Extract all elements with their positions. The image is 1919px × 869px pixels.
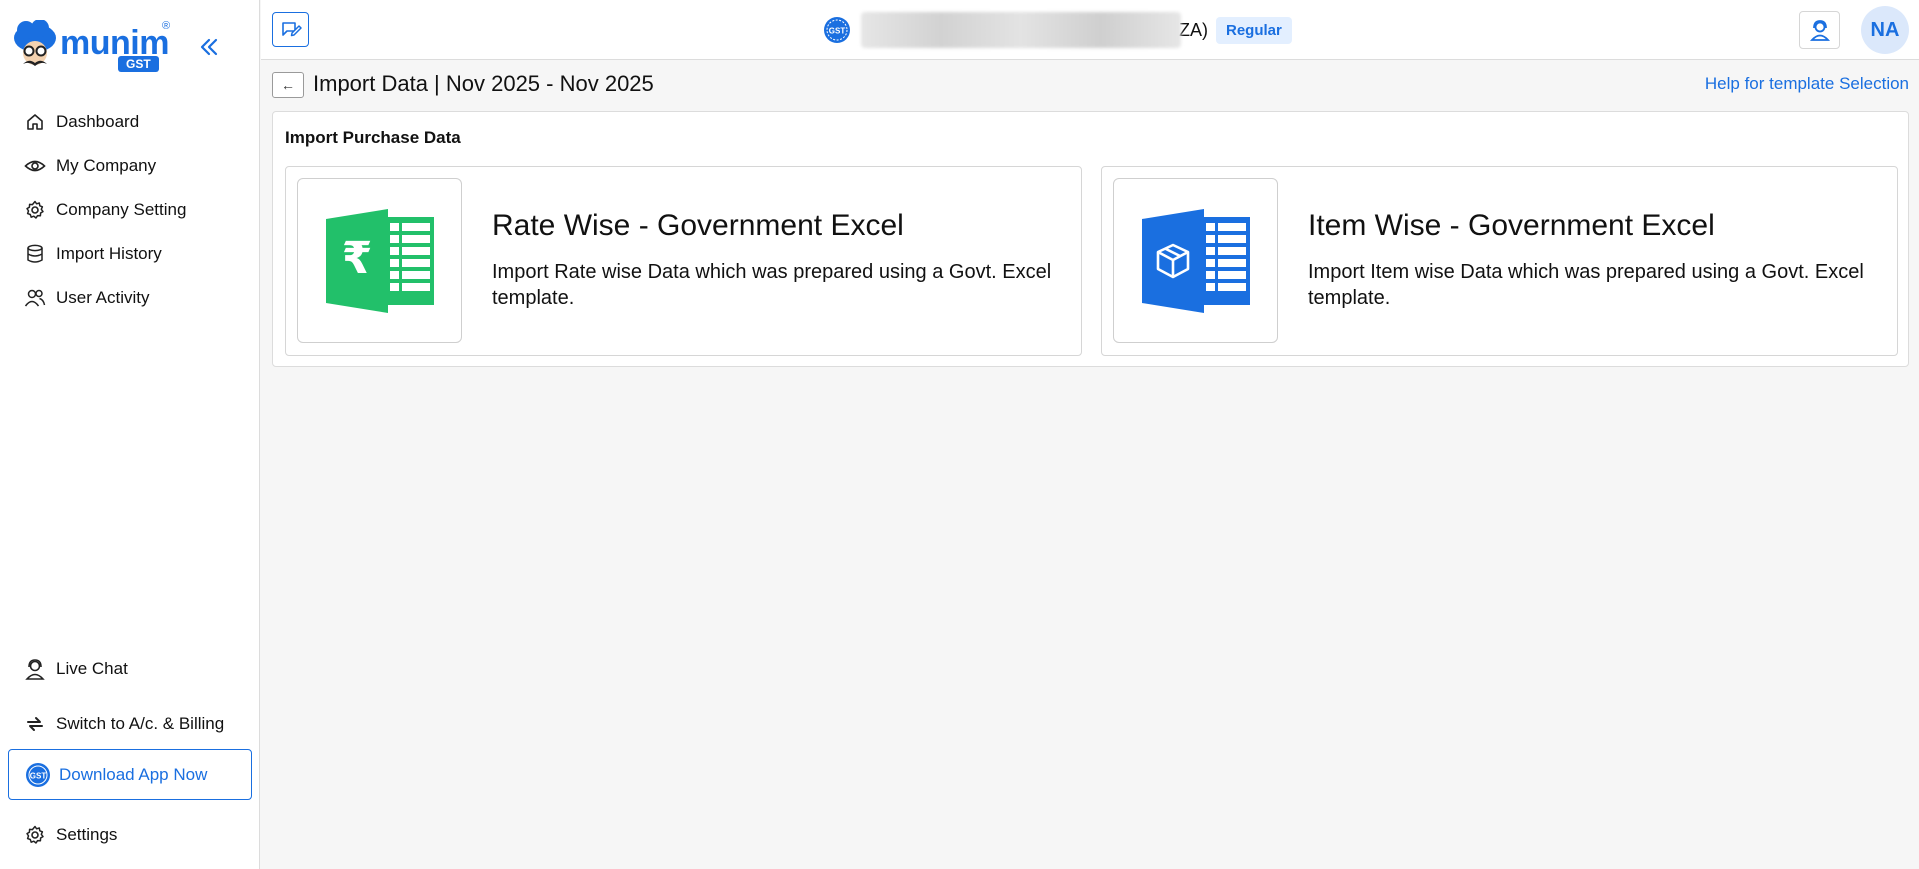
back-button[interactable]: ← (272, 72, 304, 98)
sidebar-nav: Dashboard My Company Company Setting Imp… (0, 100, 259, 320)
sidebar-item-label: Company Setting (56, 200, 187, 219)
munim-gst-logo[interactable]: munim ® GST (12, 20, 172, 74)
card-thumbnail (1113, 178, 1278, 343)
svg-text:₹: ₹ (341, 233, 372, 284)
support-agent-icon (24, 658, 46, 680)
card-description: Import Rate wise Data which was prepared… (492, 261, 1052, 309)
user-avatar[interactable]: NA (1861, 6, 1909, 54)
double-chevron-left-icon (200, 38, 218, 56)
box-excel-icon (1141, 208, 1250, 313)
sidebar-item-company-setting[interactable]: Company Setting (0, 188, 259, 232)
company-name-suffix: ZA) (1179, 19, 1208, 40)
gear-icon (24, 199, 46, 221)
sidebar: munim ® GST Dashboard My Company Company… (0, 0, 260, 869)
card-thumbnail: ₹ (297, 178, 462, 343)
card-title: Item Wise - Government Excel (1308, 209, 1715, 242)
download-app-label: Download App Now (59, 764, 208, 784)
top-header: GST ZA) Regular NA (261, 0, 1919, 60)
help-template-link[interactable]: Help for template Selection (1705, 74, 1909, 94)
eye-icon (24, 155, 46, 177)
home-icon (24, 111, 46, 133)
sidebar-item-label: User Activity (56, 288, 150, 307)
registered-mark: ® (162, 20, 171, 32)
settings-button[interactable]: Settings (0, 815, 259, 855)
gst-seal-icon: GST (26, 762, 50, 787)
switch-to-billing-button[interactable]: Switch to A/c. & Billing (0, 704, 259, 744)
import-purchase-panel: Import Purchase Data ₹ Rate Wise - Gover… (272, 111, 1909, 367)
support-agent-icon (1809, 20, 1830, 41)
settings-label: Settings (56, 825, 118, 844)
users-icon (24, 287, 46, 309)
company-selector[interactable]: GST ZA) Regular (823, 8, 1292, 52)
company-type-badge: Regular (1216, 16, 1292, 44)
card-title: Rate Wise - Government Excel (492, 209, 904, 242)
svg-text:GST: GST (829, 27, 846, 36)
live-chat-button[interactable]: Live Chat (0, 649, 259, 689)
page-title: Import Data | Nov 2025 - Nov 2025 (313, 71, 654, 96)
sidebar-item-user-activity[interactable]: User Activity (0, 276, 259, 320)
rate-wise-excel-card[interactable]: ₹ Rate Wise - Government Excel Import Ra… (285, 166, 1082, 356)
brand-badge: GST (118, 56, 159, 72)
sidebar-item-my-company[interactable]: My Company (0, 144, 259, 188)
gear-icon (24, 824, 46, 846)
sidebar-item-label: Import History (56, 244, 162, 263)
switch-arrows-icon (24, 713, 46, 735)
chat-edit-icon (281, 21, 302, 36)
download-app-button[interactable]: GST Download App Now (8, 749, 252, 800)
card-description: Import Item wise Data which was prepared… (1308, 261, 1864, 309)
support-button[interactable] (1799, 11, 1840, 49)
sidebar-item-import-history[interactable]: Import History (0, 232, 259, 276)
switch-label: Switch to A/c. & Billing (56, 714, 225, 733)
collapse-sidebar-button[interactable] (198, 36, 220, 62)
sidebar-item-label: Dashboard (56, 112, 140, 131)
mascot-cloud-icon (14, 20, 56, 66)
item-wise-excel-card[interactable]: Item Wise - Government Excel Import Item… (1101, 166, 1898, 356)
section-title: Import Purchase Data (285, 128, 461, 147)
gst-seal-icon: GST (824, 17, 850, 43)
live-chat-label: Live Chat (56, 659, 128, 678)
sidebar-item-dashboard[interactable]: Dashboard (0, 100, 259, 144)
database-icon (24, 243, 46, 265)
svg-text:GST: GST (30, 771, 47, 780)
rupee-excel-icon: ₹ (325, 208, 434, 313)
company-name-redacted (861, 12, 1181, 48)
notes-button[interactable] (272, 12, 309, 47)
sidebar-item-label: My Company (56, 156, 157, 175)
